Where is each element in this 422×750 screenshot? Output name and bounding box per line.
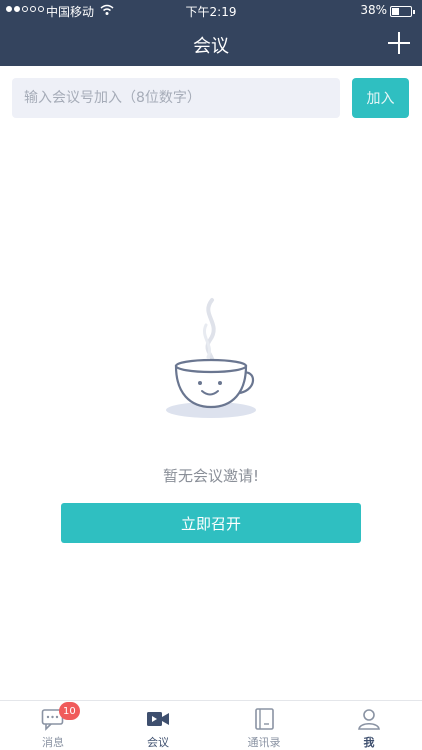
tab-label: 会议: [147, 736, 169, 749]
tab-label: 通讯录: [247, 736, 281, 749]
plus-icon[interactable]: [388, 32, 410, 54]
battery-percent: 38%: [360, 3, 387, 17]
unread-badge: 10: [59, 702, 80, 720]
tab-label: 我: [363, 736, 375, 749]
nav-header: 会议: [0, 22, 422, 66]
video-camera-icon: [147, 712, 169, 726]
page-title: 会议: [193, 36, 229, 57]
contacts-book-icon: [255, 708, 274, 730]
start-meeting-button[interactable]: 立即召开: [61, 503, 361, 543]
meeting-number-input[interactable]: [12, 78, 340, 118]
empty-state-message: 暂无会议邀请!: [162, 467, 259, 485]
tab-meetings[interactable]: 会议: [118, 701, 198, 750]
tab-bar: 10 消息 会议 通讯录 我: [0, 700, 422, 750]
top-bar: 中国移动 下午2:19 38% 会议: [0, 0, 422, 66]
tab-label: 消息: [42, 736, 64, 749]
status-time: 下午2:19: [185, 5, 237, 19]
join-button[interactable]: 加入: [352, 78, 409, 118]
tab-messages[interactable]: 10 消息: [13, 701, 93, 750]
battery-icon: [390, 6, 415, 17]
coffee-cup-icon: [166, 298, 256, 418]
status-bar: 中国移动 下午2:19 38%: [0, 0, 422, 22]
tab-contacts[interactable]: 通讯录: [224, 701, 304, 750]
tab-me[interactable]: 我: [329, 701, 409, 750]
person-icon: [358, 709, 380, 730]
